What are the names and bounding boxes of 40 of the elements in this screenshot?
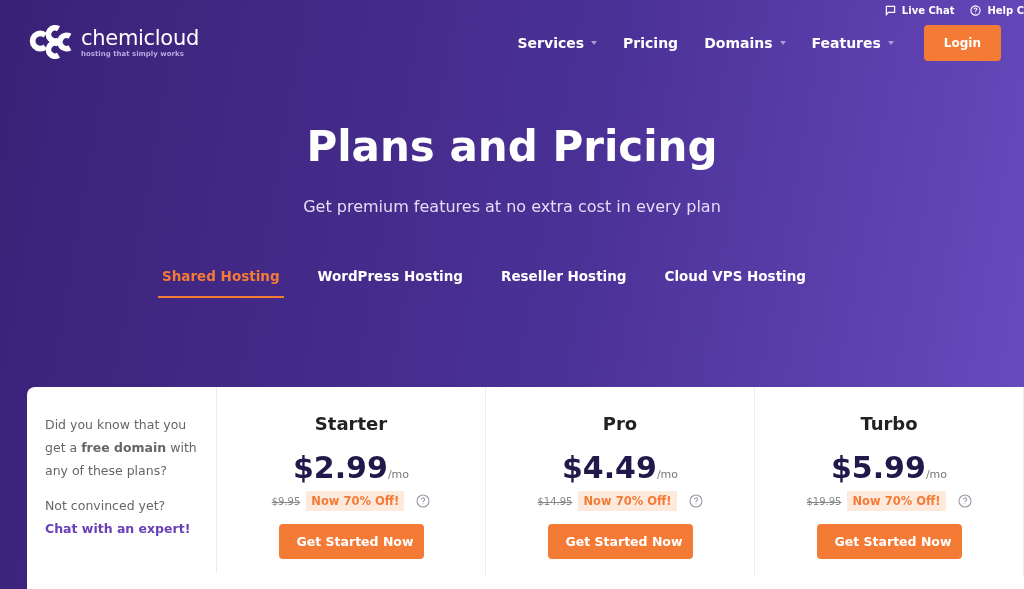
caret-icon [887, 41, 894, 45]
top-link[interactable]: Help C [987, 4, 1024, 16]
old-price: $14.95 [537, 495, 573, 507]
chat-icon [884, 4, 896, 16]
plan-price: $2.99 [292, 450, 388, 485]
plan-price: $5.99 [830, 450, 926, 485]
plan-name: Turbo [860, 413, 918, 434]
tab[interactable]: Cloud VPS Hosting [660, 268, 810, 298]
nav-link[interactable]: Pricing [623, 35, 679, 51]
logo-icon[interactable] [27, 23, 73, 61]
tab[interactable]: Reseller Hosting [497, 268, 631, 298]
price-period: /mo [387, 468, 410, 481]
top-link[interactable]: Live Chat [901, 4, 955, 16]
nav-link[interactable]: Features [811, 35, 894, 51]
old-price: $9.95 [271, 495, 301, 507]
caret-icon [779, 41, 786, 45]
discount-badge: Now 70% Off! [578, 491, 677, 511]
nav-link[interactable]: Services [517, 35, 598, 51]
discount-badge: Now 70% Off! [306, 491, 405, 511]
caret-icon [591, 41, 598, 45]
plan-name: Starter [314, 413, 388, 434]
nav-link[interactable]: Domains [704, 35, 786, 51]
help-icon[interactable] [688, 494, 703, 508]
price-period: /mo [925, 468, 948, 481]
info-question: Not convinced yet? [45, 497, 167, 515]
page-subtitle: Get premium features at no extra cost in every plan [302, 197, 722, 216]
plan-name: Pro [602, 413, 638, 434]
page-title: Plans and Pricing [305, 121, 719, 173]
help-icon [970, 4, 982, 16]
price-period: /mo [656, 468, 679, 481]
plan-price: $4.49 [561, 450, 657, 485]
help-icon[interactable] [416, 494, 431, 508]
chat-link[interactable]: Chat with an expert! [45, 521, 191, 536]
logo-name[interactable]: chemicloud [81, 26, 199, 50]
info-text: Did you know that you get a free domain with any of these plans? [45, 416, 198, 480]
tab[interactable]: WordPress Hosting [313, 268, 467, 298]
tab[interactable]: Shared Hosting [157, 268, 284, 298]
help-icon[interactable] [957, 494, 972, 508]
old-price: $19.95 [806, 495, 842, 507]
discount-badge: Now 70% Off! [847, 491, 946, 511]
